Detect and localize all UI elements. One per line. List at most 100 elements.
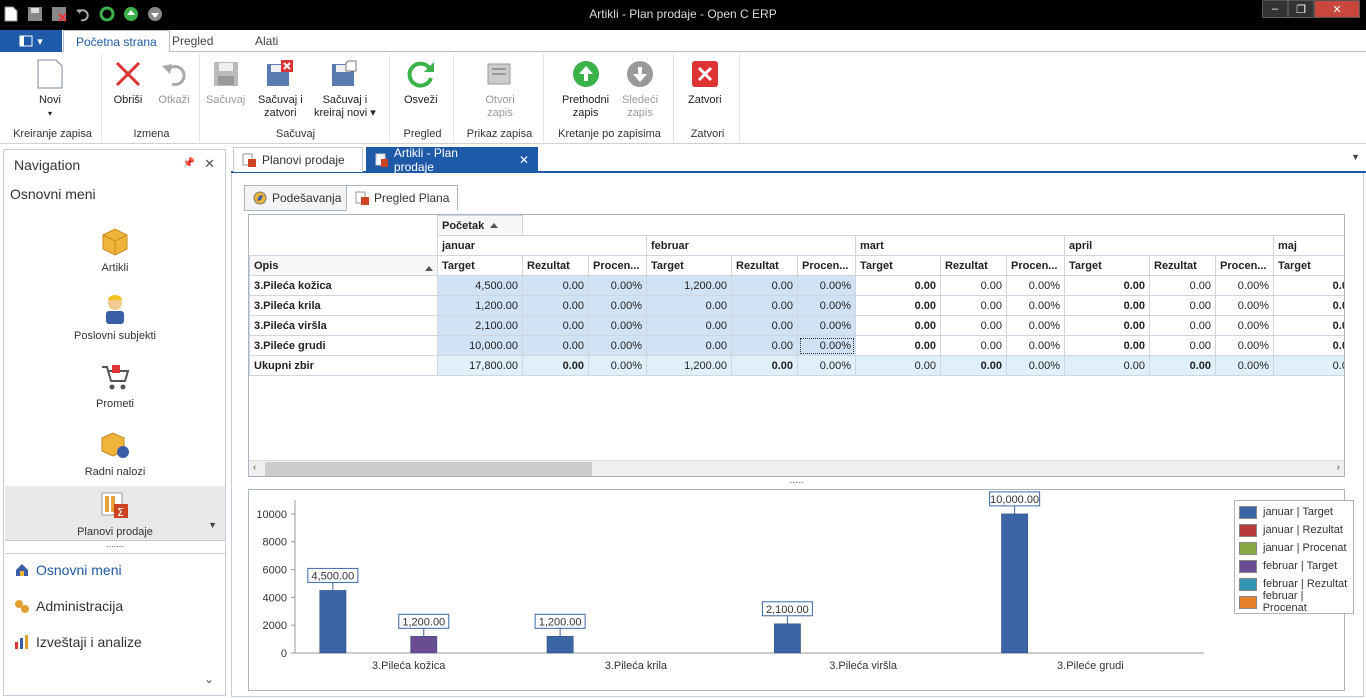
pivot-cell[interactable]: 0.00 <box>1272 275 1344 296</box>
close-tab-icon[interactable]: ✕ <box>519 153 529 167</box>
pivot-cell[interactable]: 0.00% <box>1215 295 1274 316</box>
pivot-cell[interactable]: 0.00 <box>1272 355 1344 376</box>
sledeci-zapis-button[interactable]: Sledeći zapis <box>622 58 658 120</box>
pivot-measure-header[interactable]: Rezultat <box>1149 255 1216 276</box>
otkazi-button[interactable]: Otkaži <box>158 58 190 107</box>
pivot-cell[interactable]: 1,200.00 <box>646 275 732 296</box>
pivot-cell[interactable]: 2,100.00 <box>437 315 523 336</box>
horizontal-scrollbar[interactable]: ‹ › <box>249 460 1344 476</box>
pivot-cell[interactable]: 0.00% <box>1006 315 1065 336</box>
pivot-cell[interactable]: 0.00% <box>1215 275 1274 296</box>
application-menu-button[interactable]: ▾ <box>0 30 62 52</box>
pivot-cell[interactable]: 0.00 <box>855 355 941 376</box>
pivot-cell[interactable]: 0.00 <box>1272 335 1344 356</box>
tab-podesavanja[interactable]: Podešavanja <box>244 185 351 211</box>
pin-icon[interactable]: 📌 <box>183 158 195 169</box>
pivot-cell[interactable]: 0.00 <box>940 295 1007 316</box>
pivot-cell[interactable]: 0.00% <box>1215 355 1274 376</box>
scroll-right-icon[interactable]: › <box>1337 462 1340 473</box>
pivot-measure-header[interactable]: Rezultat <box>940 255 1007 276</box>
pivot-measure-header[interactable]: Procen... <box>1215 255 1274 276</box>
pivot-cell[interactable]: 1,200.00 <box>437 295 523 316</box>
chevron-down-icon[interactable]: ⌄ <box>204 672 214 686</box>
pivot-cell[interactable]: 0.00 <box>1272 295 1344 316</box>
prethodni-zapis-button[interactable]: Prethodni zapis <box>562 58 609 120</box>
nav-link-izvestaji[interactable]: Izveštaji i analize <box>14 634 142 650</box>
chart-bar[interactable] <box>319 590 347 654</box>
nav-item-radni-nalozi[interactable]: Radni nalozi <box>5 426 225 494</box>
legend-item[interactable]: januar | Procenat <box>1239 539 1349 557</box>
osvezi-button[interactable]: Osveži <box>404 58 438 107</box>
pivot-cell[interactable]: 0.00% <box>1215 335 1274 356</box>
scroll-left-icon[interactable]: ‹ <box>253 462 256 473</box>
pivot-cell[interactable]: 0.00% <box>588 335 647 356</box>
pivot-cell[interactable]: 0.00 <box>1064 315 1150 336</box>
nav-item-artikli[interactable]: Artikli <box>5 222 225 290</box>
pivot-cell[interactable]: 0.00% <box>797 295 856 316</box>
grid-chart-splitter[interactable]: ..... <box>248 476 1345 488</box>
nav-link-administracija[interactable]: Administracija <box>14 598 123 614</box>
pivot-cell[interactable]: 0.00% <box>1006 335 1065 356</box>
maximize-button[interactable]: ❐ <box>1288 0 1314 18</box>
ribbon-tab-pocetna[interactable]: Početna strana <box>63 30 170 53</box>
pivot-month-header[interactable]: februar <box>646 235 856 256</box>
pivot-cell[interactable]: 0.00 <box>855 315 941 336</box>
pivot-cell[interactable]: 0.00 <box>522 275 589 296</box>
pivot-cell[interactable]: 0.00 <box>1064 355 1150 376</box>
novi-button[interactable]: Novi ▾ <box>34 58 66 120</box>
chart-bar[interactable] <box>410 636 438 654</box>
tab-planovi-prodaje[interactable]: Planovi prodaje <box>233 147 363 172</box>
pivot-cell[interactable]: 0.00% <box>588 295 647 316</box>
pivot-cell[interactable]: 0.00% <box>797 275 856 296</box>
pivot-cell[interactable]: 0.00% <box>588 275 647 296</box>
pivot-cell[interactable]: 0.00 <box>1149 275 1216 296</box>
pivot-cell[interactable]: 0.00 <box>940 315 1007 336</box>
pivot-cell[interactable]: 0.00 <box>1064 335 1150 356</box>
pivot-measure-header[interactable]: Target <box>646 255 732 276</box>
pivot-cell[interactable]: 0.00 <box>855 335 941 356</box>
pivot-cell[interactable]: 0.00 <box>522 355 589 376</box>
pivot-measure-header[interactable]: Target <box>437 255 523 276</box>
otvori-zapis-button[interactable]: Otvori zapis <box>484 58 516 120</box>
pivot-row-field-opis[interactable]: Opis <box>249 255 438 276</box>
close-window-button[interactable]: ✕ <box>1314 0 1360 18</box>
pivot-cell[interactable]: 0.00 <box>855 275 941 296</box>
obrisi-button[interactable]: Obriši <box>112 58 144 107</box>
pivot-cell[interactable]: 0.00 <box>1149 295 1216 316</box>
ribbon-tab-alati[interactable]: Alati <box>243 30 290 52</box>
pivot-cell[interactable]: 0.00 <box>940 275 1007 296</box>
nav-scroll-down-icon[interactable]: ▼ <box>208 520 217 530</box>
zatvori-button[interactable]: Zatvori <box>688 58 722 107</box>
pivot-cell[interactable]: 0.00% <box>1006 275 1065 296</box>
pivot-cell[interactable]: 0.00 <box>646 295 732 316</box>
legend-item[interactable]: januar | Rezultat <box>1239 521 1349 539</box>
pivot-cell[interactable]: 0.00% <box>797 335 856 356</box>
pivot-month-header[interactable]: januar <box>437 235 647 256</box>
pivot-measure-header[interactable]: Target <box>855 255 941 276</box>
pivot-cell[interactable]: 0.00 <box>522 315 589 336</box>
legend-item[interactable]: februar | Target <box>1239 557 1349 575</box>
pivot-cell[interactable]: 0.00 <box>1064 295 1150 316</box>
pivot-measure-header[interactable]: Procen... <box>588 255 647 276</box>
pivot-cell[interactable]: 0.00 <box>522 335 589 356</box>
pivot-cell[interactable]: 0.00% <box>1006 355 1065 376</box>
tab-pregled-plana[interactable]: Pregled Plana <box>346 185 459 211</box>
pivot-cell[interactable]: 0.00 <box>1064 275 1150 296</box>
chart-bar[interactable] <box>546 636 574 654</box>
pivot-row-header[interactable]: 3.Pileća krila <box>249 295 438 316</box>
pivot-measure-header[interactable]: Rezultat <box>522 255 589 276</box>
pivot-cell[interactable]: 0.00 <box>1149 355 1216 376</box>
pivot-row-header[interactable]: 3.Pileća viršla <box>249 315 438 336</box>
close-icon[interactable]: ✕ <box>204 156 215 172</box>
minimize-button[interactable]: – <box>1262 0 1288 18</box>
pivot-cell[interactable]: 0.00 <box>731 355 798 376</box>
pivot-cell[interactable]: 0.00% <box>588 315 647 336</box>
pivot-month-header[interactable]: april <box>1064 235 1274 256</box>
pivot-filter-field[interactable]: Početak <box>437 215 523 236</box>
pivot-cell[interactable]: 0.00 <box>1272 315 1344 336</box>
nav-item-poslovni-subjekti[interactable]: Poslovni subjekti <box>5 290 225 358</box>
tab-artikli-plan-prodaje[interactable]: Artikli - Plan prodaje ✕ <box>366 146 538 174</box>
pivot-cell[interactable]: 0.00 <box>940 355 1007 376</box>
pivot-cell[interactable]: 10,000.00 <box>437 335 523 356</box>
nav-link-osnovni-meni[interactable]: Osnovni meni <box>14 562 122 578</box>
